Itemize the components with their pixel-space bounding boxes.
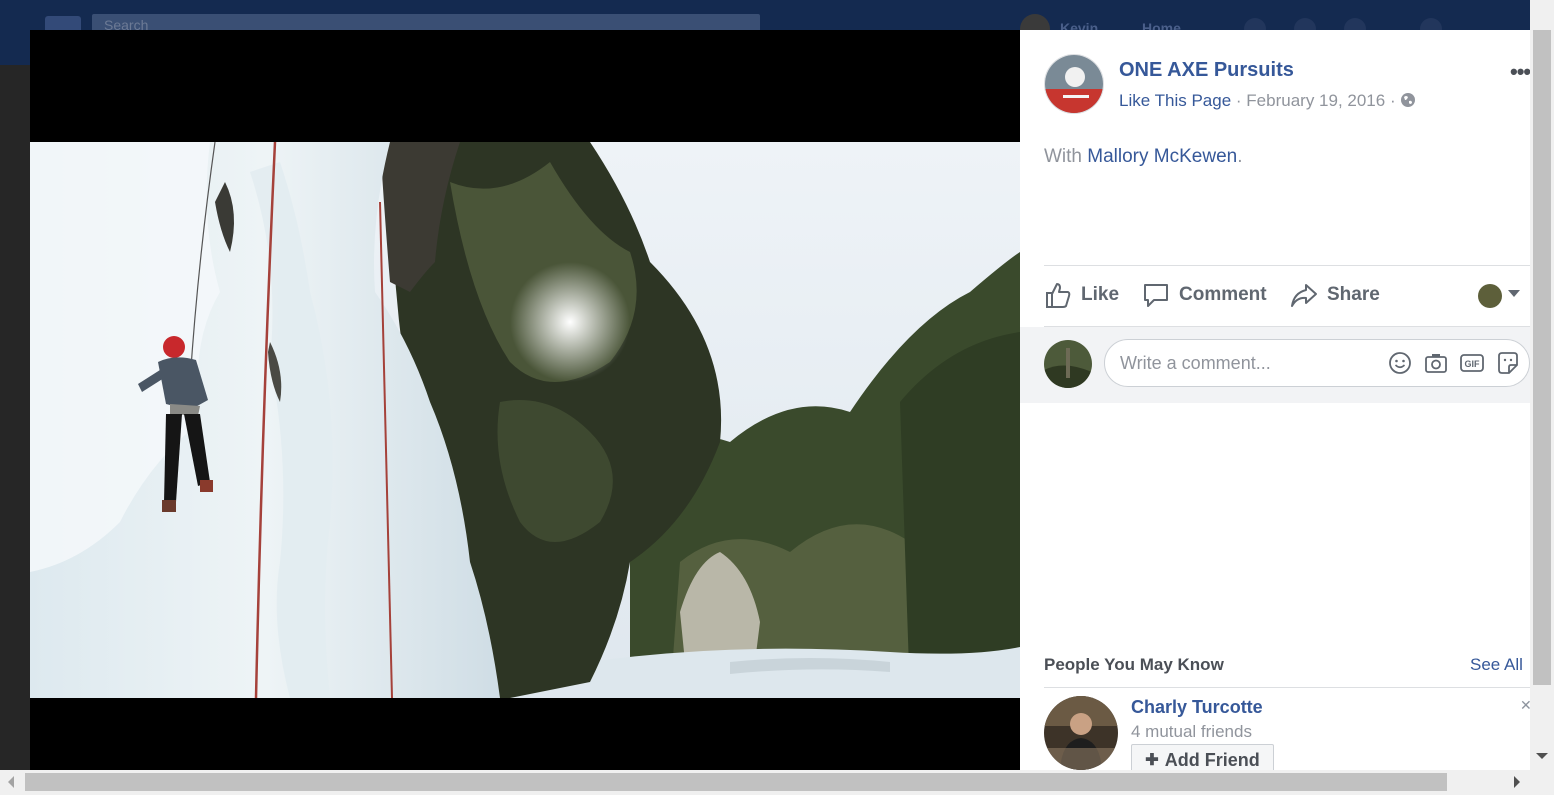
add-friend-label: Add Friend <box>1164 749 1260 770</box>
divider-3 <box>1044 687 1530 688</box>
tagged-suffix: . <box>1237 146 1243 167</box>
meta-separator: · <box>1235 91 1242 110</box>
page-avatar-image <box>1045 55 1103 113</box>
sticker-icon[interactable] <box>1495 350 1521 376</box>
page-background <box>0 65 30 770</box>
share-button[interactable]: Share <box>1290 280 1380 310</box>
page-name-link[interactable]: ONE AXE Pursuits <box>1119 59 1294 82</box>
gif-icon[interactable]: GIF <box>1459 350 1485 376</box>
scroll-down-arrow-icon[interactable] <box>1536 753 1548 759</box>
like-page-link[interactable]: Like This Page <box>1119 91 1231 110</box>
comment-button[interactable]: Comment <box>1142 280 1267 310</box>
post-date[interactable]: February 19, 2016 <box>1246 91 1385 110</box>
add-friend-icon: ✚ <box>1145 752 1159 769</box>
suggested-person-name[interactable]: Charly Turcotte <box>1131 697 1263 718</box>
dismiss-suggestion-icon[interactable]: ✕ <box>1520 697 1530 714</box>
more-options-icon[interactable]: ••• <box>1510 59 1530 85</box>
chevron-down-icon[interactable] <box>1508 290 1520 297</box>
mutual-friends-count[interactable]: 4 mutual friends <box>1131 722 1252 742</box>
photo-viewer-stage <box>30 30 1020 770</box>
scroll-left-arrow-icon[interactable] <box>8 776 14 788</box>
tagged-person-link[interactable]: Mallory McKewen <box>1087 146 1237 167</box>
like-label: Like <box>1081 284 1120 305</box>
post-photo[interactable] <box>30 142 1020 698</box>
meta-separator-2: · <box>1389 91 1396 110</box>
viewer-avatar-image <box>1044 340 1092 388</box>
emoji-icon[interactable] <box>1387 350 1413 376</box>
comment-label: Comment <box>1179 284 1267 305</box>
reactor-avatar[interactable] <box>1478 284 1502 308</box>
camera-icon[interactable] <box>1423 350 1449 376</box>
scroll-right-arrow-icon[interactable] <box>1514 776 1520 788</box>
suggested-person-image <box>1044 696 1118 770</box>
share-icon <box>1291 284 1317 307</box>
people-you-may-know-heading: People You May Know <box>1044 655 1224 674</box>
ice-climbing-photo <box>30 142 1020 698</box>
add-friend-button[interactable]: ✚ Add Friend <box>1131 744 1274 770</box>
post-meta: Like This Page · February 19, 2016 · <box>1119 91 1416 111</box>
page-avatar[interactable] <box>1044 54 1104 114</box>
suggested-person-photo[interactable] <box>1044 696 1118 770</box>
thumbs-up-icon <box>1046 283 1071 308</box>
comment-input[interactable] <box>1118 352 1372 375</box>
comment-icon <box>1144 284 1168 307</box>
globe-icon[interactable] <box>1400 92 1416 108</box>
viewer-avatar[interactable] <box>1044 340 1092 388</box>
divider <box>1044 265 1530 266</box>
horizontal-scrollbar-thumb[interactable] <box>25 773 1447 791</box>
vertical-scrollbar-thumb[interactable] <box>1533 30 1551 685</box>
see-all-link[interactable]: See All <box>1470 655 1523 675</box>
like-button[interactable]: Like <box>1044 280 1119 310</box>
with-tag-line: With Mallory McKewen. <box>1044 146 1243 168</box>
comment-composer: GIF <box>1020 327 1530 403</box>
gif-icon-label: GIF <box>1465 359 1481 369</box>
with-prefix: With <box>1044 146 1082 167</box>
post-details-panel: ONE AXE Pursuits Like This Page · Februa… <box>1020 30 1530 770</box>
share-label: Share <box>1327 284 1380 305</box>
